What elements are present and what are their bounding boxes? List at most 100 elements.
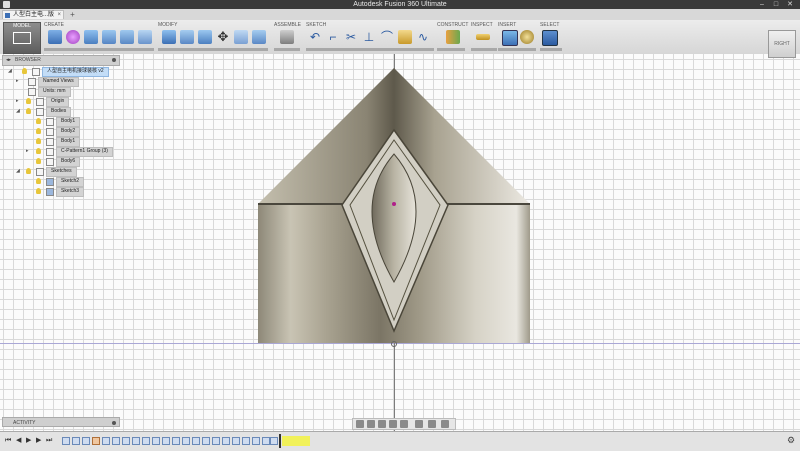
pan-icon[interactable]: [378, 420, 386, 428]
browser-sketch-item[interactable]: Sketch2: [26, 177, 116, 187]
timeline-feature[interactable]: [162, 437, 170, 445]
create-group-label[interactable]: CREATE: [44, 22, 64, 28]
workspace-switcher[interactable]: MODEL: [3, 22, 41, 54]
pin-icon[interactable]: [112, 421, 116, 425]
offset-icon[interactable]: ⊥: [362, 30, 376, 44]
fillet-icon[interactable]: [180, 30, 194, 44]
timeline-feature[interactable]: [252, 437, 260, 445]
viewports-icon[interactable]: [441, 420, 449, 428]
go-to-start-icon[interactable]: ⏮: [5, 437, 11, 445]
bulb-icon[interactable]: [36, 138, 41, 144]
browser-named-views[interactable]: ▸ Named Views: [16, 77, 116, 87]
sweep-icon[interactable]: [120, 30, 134, 44]
grid-settings-icon[interactable]: [428, 420, 436, 428]
timeline-feature[interactable]: [270, 437, 278, 445]
plane-icon[interactable]: [446, 30, 460, 44]
expand-arrow-icon[interactable]: ▸: [16, 77, 21, 85]
sketch-create-icon[interactable]: [48, 30, 62, 44]
bulb-icon[interactable]: [26, 168, 31, 174]
timeline-feature[interactable]: [222, 437, 230, 445]
undo-sketch-icon[interactable]: ↶: [308, 30, 322, 44]
browser-sketches[interactable]: ◢ Sketches: [16, 167, 116, 177]
model-body[interactable]: [0, 54, 800, 431]
scale-icon[interactable]: [252, 30, 266, 44]
select-group-label[interactable]: SELECT: [540, 22, 559, 28]
collapse-arrows-icon[interactable]: ◂▸: [6, 56, 11, 65]
timeline-feature[interactable]: [182, 437, 190, 445]
minimize-button[interactable]: –: [756, 0, 768, 9]
canvas-viewport[interactable]: [0, 54, 800, 431]
timeline-feature[interactable]: [72, 437, 80, 445]
browser-body-item[interactable]: Body1: [26, 137, 116, 147]
browser-header[interactable]: ◂▸ BROWSER: [2, 55, 120, 66]
revolve-icon[interactable]: [102, 30, 116, 44]
expand-arrow-icon[interactable]: ▸: [16, 97, 21, 105]
expand-arrow-icon[interactable]: ◢: [16, 107, 21, 115]
bulb-icon[interactable]: [36, 188, 41, 194]
browser-pattern-group[interactable]: ▸ C-Pattern1 Group (3): [26, 147, 120, 157]
orbit-icon[interactable]: [356, 420, 364, 428]
close-tab-icon[interactable]: ×: [57, 11, 61, 20]
zoom-icon[interactable]: [389, 420, 397, 428]
timeline-feature[interactable]: [202, 437, 210, 445]
gear-icon[interactable]: ⚙: [787, 436, 796, 445]
measure-icon[interactable]: [476, 34, 490, 40]
timeline-feature[interactable]: [152, 437, 160, 445]
move-icon[interactable]: ✥: [216, 30, 230, 44]
trim-icon[interactable]: ✂: [344, 30, 358, 44]
modify-group-label[interactable]: MODIFY: [158, 22, 177, 28]
create-form-icon[interactable]: [66, 30, 80, 44]
select-icon[interactable]: [542, 30, 558, 46]
decal-icon[interactable]: [520, 30, 534, 44]
browser-bodies[interactable]: ◢ Bodies: [16, 107, 116, 117]
search-icon[interactable]: [400, 420, 408, 428]
timeline-feature[interactable]: [212, 437, 220, 445]
browser-body-item[interactable]: Body2: [26, 127, 116, 137]
timeline-feature[interactable]: [82, 437, 90, 445]
bulb-icon[interactable]: [36, 178, 41, 184]
press-pull-icon[interactable]: [162, 30, 176, 44]
bulb-icon[interactable]: [36, 118, 41, 124]
maximize-button[interactable]: □: [770, 0, 782, 9]
sketch-group-label[interactable]: SKETCH: [306, 22, 326, 28]
spline-icon[interactable]: ∿: [416, 30, 430, 44]
loft-icon[interactable]: [138, 30, 152, 44]
timeline-feature[interactable]: [192, 437, 200, 445]
close-button[interactable]: ✕: [784, 0, 796, 9]
browser-sketch-item[interactable]: Sketch3: [26, 187, 116, 197]
extrude-icon[interactable]: [84, 30, 98, 44]
sketch-dimension-icon[interactable]: [398, 30, 412, 44]
assemble-group-label[interactable]: ASSEMBLE: [274, 22, 301, 28]
timeline-marker[interactable]: [279, 434, 281, 448]
insert-image-icon[interactable]: [502, 30, 518, 46]
inspect-group-label[interactable]: INSPECT: [471, 22, 493, 28]
shell-icon[interactable]: [234, 30, 248, 44]
timeline-feature[interactable]: [112, 437, 120, 445]
display-settings-icon[interactable]: [415, 420, 423, 428]
timeline-feature[interactable]: [172, 437, 180, 445]
expand-arrow-icon[interactable]: ▸: [26, 147, 31, 155]
browser-origin[interactable]: ▸ Origin: [16, 97, 116, 107]
bulb-icon[interactable]: [36, 128, 41, 134]
pin-icon[interactable]: [112, 58, 116, 62]
activity-panel[interactable]: ACTIVITY: [2, 417, 120, 427]
expand-arrow-icon[interactable]: ◢: [8, 67, 13, 75]
browser-body-item[interactable]: Body1: [26, 117, 116, 127]
step-back-icon[interactable]: ◀: [16, 437, 22, 445]
bulb-icon[interactable]: [36, 148, 41, 154]
new-tab-button[interactable]: +: [68, 10, 77, 19]
step-forward-icon[interactable]: ▶: [36, 437, 42, 445]
joint-icon[interactable]: [280, 30, 294, 44]
timeline-feature[interactable]: [132, 437, 140, 445]
expand-arrow-icon[interactable]: ◢: [16, 167, 21, 175]
browser-units[interactable]: Units: mm: [16, 87, 116, 97]
viewcube[interactable]: RIGHT: [768, 30, 796, 58]
timeline-selection[interactable]: [282, 436, 310, 446]
timeline-feature[interactable]: [102, 437, 110, 445]
go-to-end-icon[interactable]: ⏭: [46, 437, 52, 445]
arc-icon[interactable]: ⌒: [380, 30, 394, 44]
browser-body-item[interactable]: Body6: [26, 157, 116, 167]
chamfer-icon[interactable]: [198, 30, 212, 44]
timeline-feature[interactable]: [122, 437, 130, 445]
bulb-icon[interactable]: [26, 108, 31, 114]
